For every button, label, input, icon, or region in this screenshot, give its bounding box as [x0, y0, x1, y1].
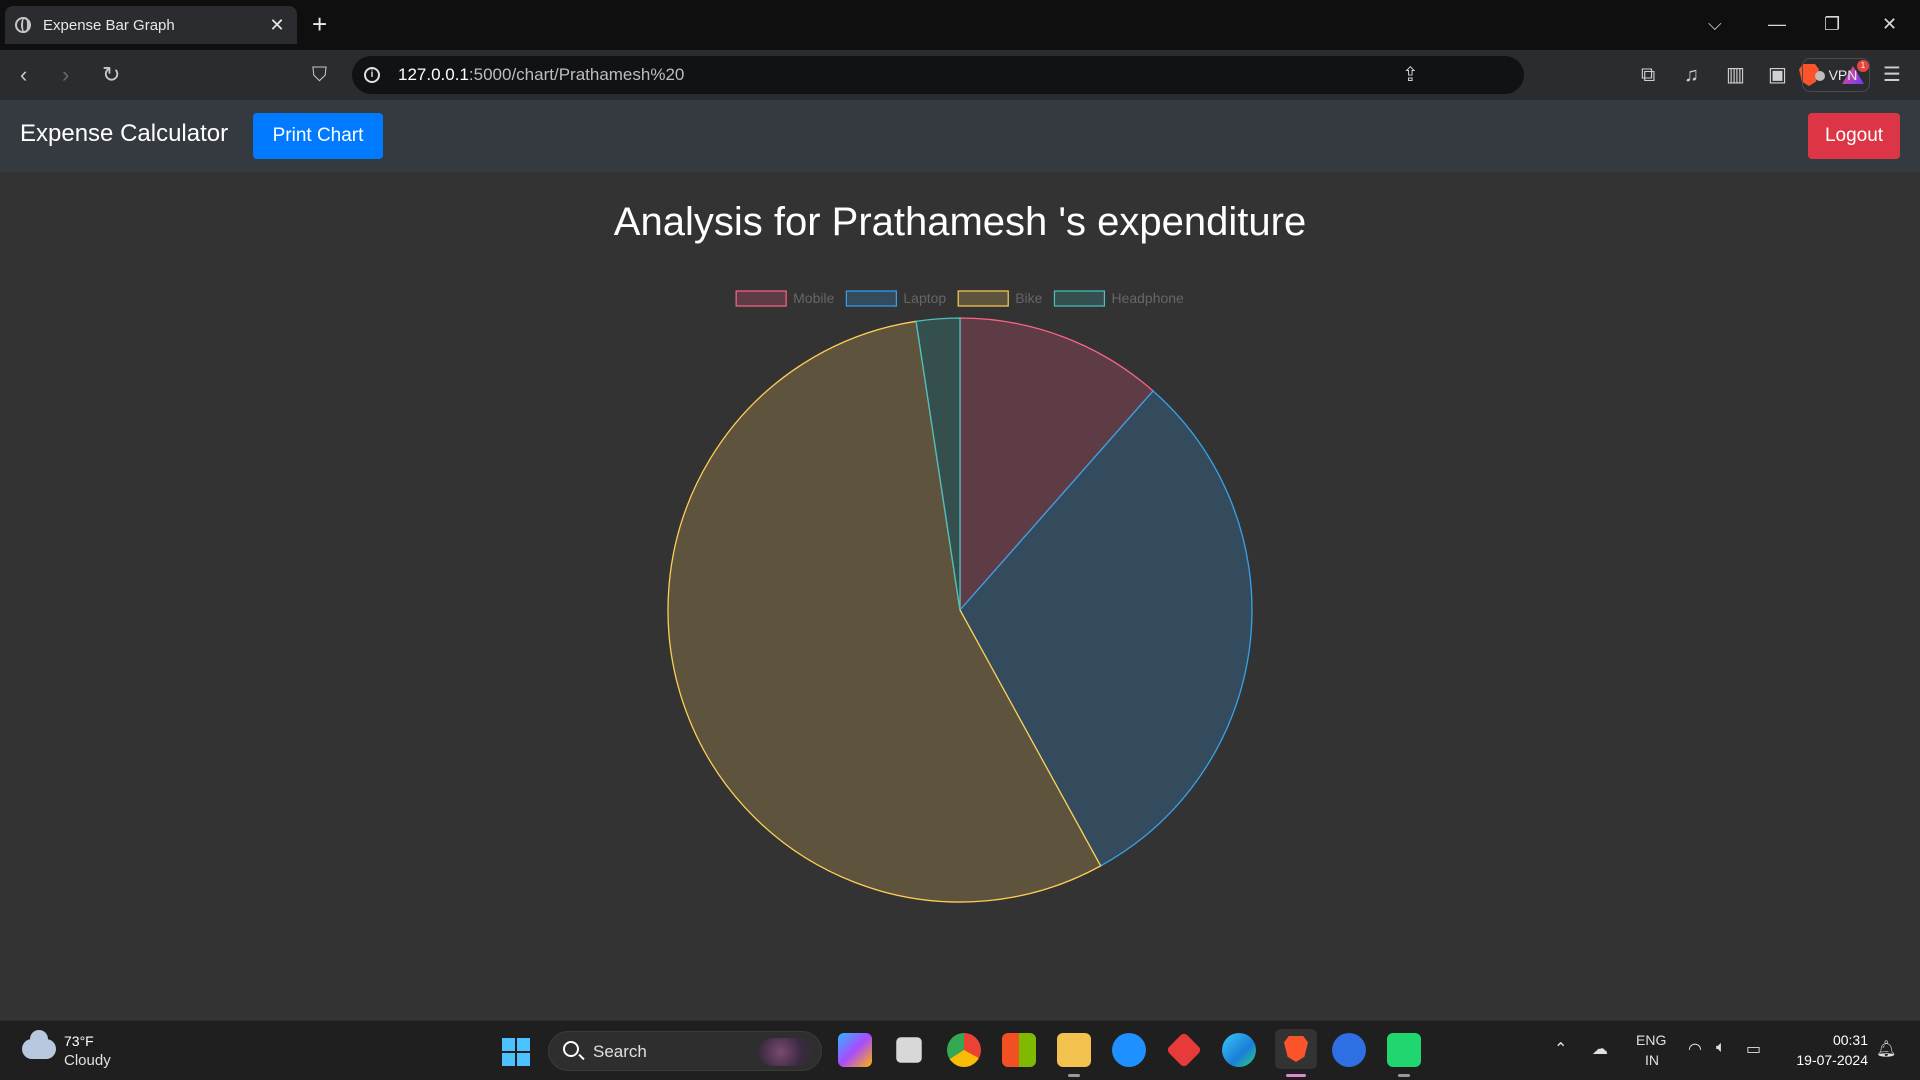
sidebar-icon[interactable]: ▥	[1726, 61, 1745, 89]
vpn-label: VPN	[1828, 67, 1858, 83]
copilot-icon[interactable]	[838, 1033, 872, 1067]
weather-description[interactable]: Cloudy	[64, 1052, 111, 1069]
weather-temperature[interactable]: 73°F	[64, 1033, 94, 1049]
cloud-icon[interactable]	[22, 1030, 56, 1059]
help-icon[interactable]	[1112, 1033, 1146, 1067]
address-bar[interactable]: i 127.0.0.1:5000/chart/Prathamesh%20 ⇪ 1	[352, 56, 1869, 94]
pycharm-icon[interactable]	[1387, 1033, 1421, 1067]
search-icon	[563, 1041, 579, 1057]
tab-search-chevron-icon[interactable]: ⌵	[1708, 10, 1722, 38]
git-app-icon[interactable]	[1165, 1031, 1203, 1069]
site-info-icon[interactable]: i	[364, 67, 380, 83]
legend-swatch-bike[interactable]	[957, 290, 1009, 307]
volume-icon[interactable]: 🔈︎	[1716, 1039, 1726, 1057]
search-label: Search	[593, 1042, 647, 1061]
language-top[interactable]: ENG	[1636, 1032, 1666, 1048]
language-bottom[interactable]: IN	[1645, 1052, 1659, 1068]
vpn-status-icon	[1814, 71, 1825, 81]
legend-label-mobile[interactable]: Mobile	[793, 290, 834, 306]
windows-taskbar: 73°F Cloudy Search ⌃ ☁ ENG IN ◠ 🔈︎ ▭ 00:…	[0, 1020, 1920, 1080]
onedrive-icon[interactable]: ☁	[1592, 1039, 1608, 1059]
browser-toolbar: ‹ › ↻ ⛉ i 127.0.0.1:5000/chart/Prathames…	[0, 50, 1920, 100]
legend-label-headphone[interactable]: Headphone	[1111, 290, 1184, 306]
chart-legend: Mobile Laptop Bike Headphone	[735, 290, 1184, 307]
url-host: 127.0.0.1	[398, 65, 469, 84]
menu-icon[interactable]: ☰	[1883, 61, 1901, 89]
restore-button[interactable]: ❐	[1824, 10, 1840, 38]
brave-taskbar-button[interactable]	[1275, 1029, 1317, 1069]
extensions-icon[interactable]: ⧉	[1641, 61, 1655, 89]
wifi-icon[interactable]: ◠	[1688, 1039, 1702, 1059]
search-highlight-image	[759, 1038, 813, 1066]
legend-swatch-mobile[interactable]	[735, 290, 787, 307]
app-navbar: Expense Calculator Print Chart Logout	[0, 100, 1920, 172]
print-chart-button[interactable]: Print Chart	[253, 113, 383, 159]
wallet-icon[interactable]: ▣	[1768, 61, 1787, 89]
notification-bell-icon[interactable]: 🔔︎	[1876, 1039, 1896, 1059]
share-icon[interactable]: ⇪	[1402, 62, 1419, 88]
pycharm-running-indicator	[1398, 1074, 1410, 1077]
app-brand[interactable]: Expense Calculator	[20, 120, 228, 148]
clock-time[interactable]: 00:31	[1818, 1032, 1868, 1048]
brave-icon	[1284, 1036, 1308, 1062]
close-window-button[interactable]: ✕	[1882, 10, 1897, 38]
pie-slices	[667, 317, 1253, 903]
windows-start-icon[interactable]	[502, 1038, 530, 1066]
app-icon[interactable]	[1332, 1033, 1366, 1067]
expense-pie-chart: Mobile Laptop Bike Headphone	[667, 290, 1253, 903]
explorer-running-indicator	[1068, 1074, 1080, 1077]
file-explorer-icon[interactable]	[1057, 1033, 1091, 1067]
browser-tab-bar: Expense Bar Graph ✕ + ⌵ — ❐ ✕	[0, 0, 1920, 50]
logout-button[interactable]: Logout	[1808, 113, 1900, 159]
browser-tab[interactable]: Expense Bar Graph ✕	[5, 6, 297, 44]
legend-label-laptop[interactable]: Laptop	[903, 290, 946, 306]
tab-title: Expense Bar Graph	[43, 16, 175, 34]
brave-active-indicator	[1286, 1074, 1306, 1077]
task-view-icon[interactable]	[896, 1037, 922, 1063]
clock-date[interactable]: 19-07-2024	[1786, 1052, 1868, 1068]
vpn-button[interactable]: VPN	[1802, 58, 1870, 92]
media-icon[interactable]: ♫	[1684, 61, 1699, 89]
forward-icon[interactable]: ›	[62, 61, 69, 89]
minimize-button[interactable]: —	[1768, 10, 1786, 38]
microsoft-store-icon[interactable]	[1002, 1033, 1036, 1067]
chrome-icon[interactable]	[947, 1033, 981, 1067]
close-tab-icon[interactable]: ✕	[267, 15, 287, 36]
bookmark-icon[interactable]: ⛉	[312, 61, 327, 89]
legend-swatch-headphone[interactable]	[1053, 290, 1106, 307]
url-path: :5000/chart/Prathamesh%20	[468, 65, 685, 84]
taskbar-search[interactable]: Search	[548, 1031, 822, 1071]
battery-icon[interactable]: ▭	[1746, 1039, 1761, 1059]
show-hidden-icons-chevron[interactable]: ⌃	[1554, 1039, 1567, 1059]
globe-icon	[15, 17, 31, 33]
legend-label-bike[interactable]: Bike	[1015, 290, 1042, 306]
legend-swatch-laptop[interactable]	[845, 290, 897, 307]
reload-icon[interactable]: ↻	[102, 61, 120, 89]
url-text[interactable]: 127.0.0.1:5000/chart/Prathamesh%20	[398, 65, 684, 85]
back-icon[interactable]: ‹	[20, 61, 27, 89]
new-tab-button[interactable]: +	[312, 10, 327, 38]
edge-icon[interactable]	[1222, 1033, 1256, 1067]
page-title: Analysis for Prathamesh 's expenditure	[613, 200, 1307, 244]
